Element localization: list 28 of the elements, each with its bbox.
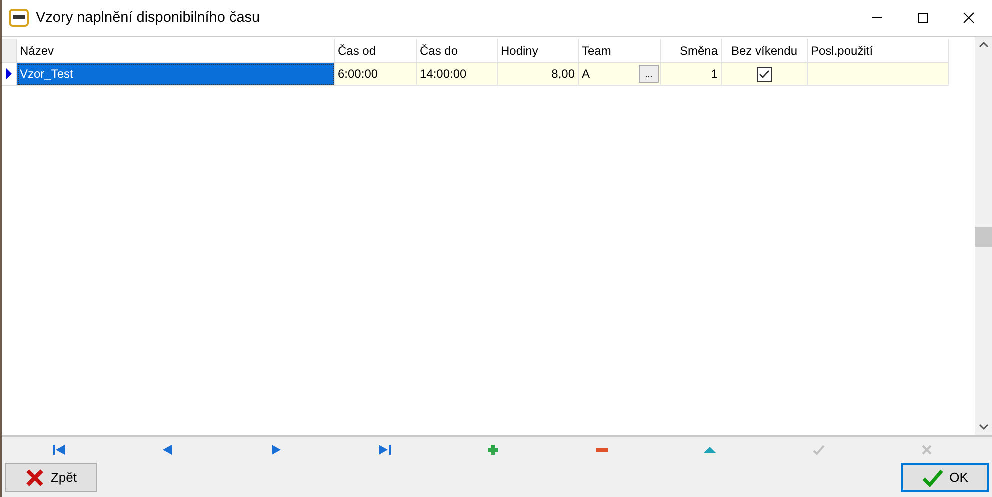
table-cell: 14:00:00 bbox=[417, 63, 498, 86]
scroll-up-icon[interactable] bbox=[978, 41, 988, 49]
close-icon bbox=[963, 12, 975, 24]
column-header[interactable]: Hodiny bbox=[498, 39, 579, 63]
column-header[interactable]: Bez víkendu bbox=[722, 39, 808, 63]
vertical-scrollbar[interactable] bbox=[975, 37, 992, 435]
checkbox[interactable] bbox=[757, 66, 772, 82]
column-header[interactable]: Team bbox=[579, 39, 661, 63]
scroll-down-icon[interactable] bbox=[978, 423, 988, 431]
ok-button[interactable]: OK bbox=[901, 463, 989, 492]
ellipsis-button[interactable]: ... bbox=[639, 65, 659, 83]
column-header[interactable]: Čas od bbox=[335, 39, 417, 63]
team-value: A bbox=[582, 67, 590, 81]
window-title: Vzory naplnění disponibilního času bbox=[36, 10, 262, 26]
column-header[interactable]: Název bbox=[17, 39, 335, 63]
cross-icon bbox=[24, 468, 45, 486]
checkmark-icon bbox=[922, 468, 944, 486]
column-header[interactable]: Směna bbox=[661, 39, 722, 63]
app-icon bbox=[9, 9, 29, 27]
column-header[interactable]: Čas do bbox=[417, 39, 498, 63]
column-header[interactable]: Posl.použití bbox=[808, 39, 949, 63]
table-cell: 8,00 bbox=[498, 63, 579, 86]
table-cell: Vzor_Test bbox=[17, 63, 335, 86]
scrollbar-thumb[interactable] bbox=[975, 227, 992, 247]
table-cell: 1 bbox=[661, 63, 722, 86]
table-cell: 6:00:00 bbox=[335, 63, 417, 86]
back-button[interactable]: Zpět bbox=[5, 463, 97, 492]
maximize-icon bbox=[917, 12, 929, 24]
